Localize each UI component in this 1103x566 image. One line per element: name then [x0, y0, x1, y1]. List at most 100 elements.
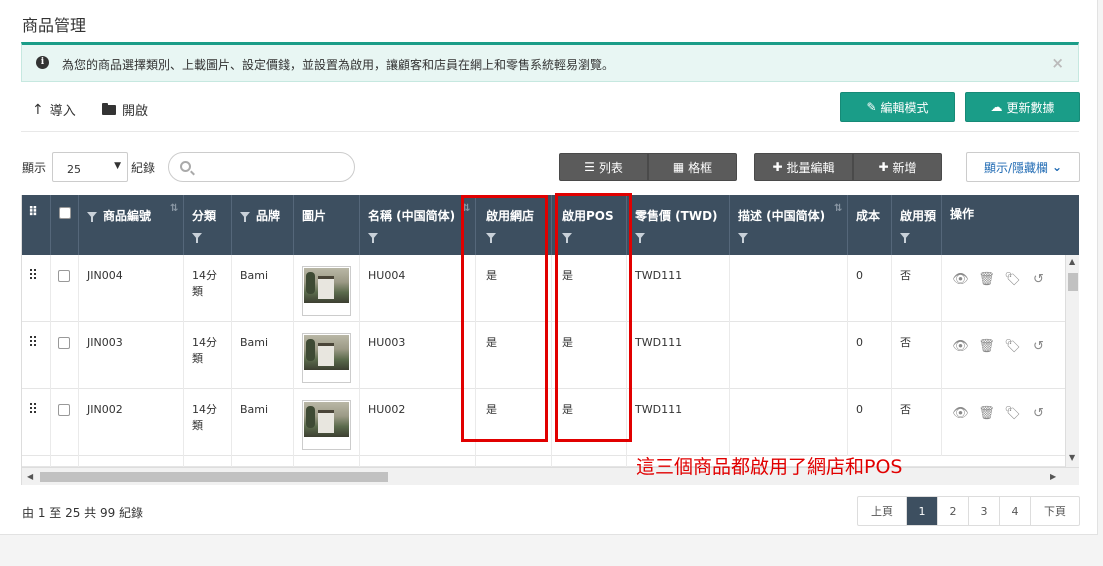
drag-handle[interactable] [22, 389, 51, 456]
horizontal-scroll-thumb[interactable] [40, 472, 388, 482]
product-image [304, 268, 349, 303]
cell-desc [730, 322, 848, 389]
batch-edit-button[interactable]: ✚ 批量編輯 [754, 153, 853, 181]
trash-icon[interactable]: 🗑 [978, 406, 995, 421]
cell-code: JIN002 [79, 389, 184, 456]
list-view-button[interactable]: ☰ 列表 [559, 153, 648, 181]
scroll-right-icon[interactable]: ▶ [1050, 472, 1056, 481]
page-button-4[interactable]: 4 [1000, 497, 1031, 525]
header-name[interactable]: 名稱 (中国简体) ⇅ [360, 195, 476, 255]
cell-code-text: JIN004 [87, 269, 123, 282]
tags-icon[interactable]: 🏷 [1004, 339, 1021, 354]
history-icon[interactable]: ↺ [1030, 339, 1047, 354]
header-brand[interactable]: 品牌 [232, 195, 294, 255]
edit-mode-button[interactable]: ✎ 編輯模式 [840, 92, 955, 122]
drag-handle[interactable] [22, 322, 51, 389]
cell-code: JIN003 [79, 322, 184, 389]
add-label: 新增 [892, 160, 917, 175]
vertical-scroll-thumb[interactable] [1068, 273, 1078, 291]
cell-brand-text: Bami [240, 336, 269, 349]
cell-image [294, 389, 360, 456]
filter-icon[interactable] [240, 212, 250, 222]
grid-icon: ▦ [672, 160, 685, 174]
select-all-checkbox[interactable] [59, 207, 71, 219]
product-thumbnail[interactable] [302, 333, 351, 383]
reorder-icon: ⠿ [28, 205, 39, 220]
page-button-1[interactable]: 1 [907, 497, 938, 525]
trash-icon[interactable]: 🗑 [978, 339, 995, 354]
history-icon[interactable]: ↺ [1030, 406, 1047, 421]
products-table: ⠿ 商品編號 ⇅ 分類 品牌 圖片 名稱 (中国简体) ⇅ 啟用網店 啟用POS… [21, 195, 1079, 485]
cell-brand-text: Bami [240, 269, 269, 282]
search-input[interactable] [197, 157, 347, 177]
vertical-scrollbar[interactable]: ▲ ▼ [1065, 255, 1079, 467]
row-checkbox[interactable] [58, 337, 70, 349]
filter-icon[interactable] [368, 233, 378, 243]
filter-icon[interactable] [192, 233, 202, 243]
add-button[interactable]: ✚ 新增 [853, 153, 942, 181]
scroll-down-icon[interactable]: ▼ [1069, 453, 1075, 462]
cell-actions: 👁 🗑 🏷 ↺ [942, 255, 1079, 322]
table-row[interactable]: JIN002 14分類 Bami HU002 是 是 TWD111 0 否 👁 … [22, 389, 1079, 456]
filter-icon[interactable] [738, 233, 748, 243]
edit-mode-label: 編輯模式 [880, 100, 929, 115]
annotation-text: 這三個商品都啟用了網店和POS [636, 456, 903, 478]
row-select [51, 456, 79, 467]
page-size-select[interactable]: 25 ▼ [52, 152, 128, 182]
header-code-label: 商品編號 [103, 209, 152, 223]
horizontal-scrollbar[interactable]: ◀ ▶ [22, 467, 1079, 485]
header-code[interactable]: 商品編號 ⇅ [79, 195, 184, 255]
prev-page-button[interactable]: 上頁 [858, 497, 907, 525]
arrow-up-icon: ↑ [32, 101, 44, 118]
import-button[interactable]: ↑ 導入 [32, 100, 76, 120]
drag-handle[interactable] [22, 255, 51, 322]
sort-icon[interactable]: ⇅ [170, 204, 180, 219]
header-cost[interactable]: 成本 [848, 195, 892, 255]
filter-icon[interactable] [635, 233, 645, 243]
header-enabled[interactable]: 啟用預 [892, 195, 942, 255]
search-box[interactable] [168, 152, 355, 182]
header-price[interactable]: 零售價 (TWD) [627, 195, 730, 255]
product-image [304, 335, 349, 370]
header-actions-label: 操作 [950, 207, 975, 221]
header-category[interactable]: 分類 [184, 195, 232, 255]
cell-name: HU004 [360, 255, 476, 322]
sort-icon[interactable]: ⇅ [834, 204, 844, 219]
plus-icon: ✚ [772, 160, 783, 174]
tags-icon[interactable]: 🏷 [1004, 272, 1021, 287]
grid-view-button[interactable]: ▦ 格框 [648, 153, 737, 181]
page-button-2[interactable]: 2 [938, 497, 969, 525]
eye-icon[interactable]: 👁 [952, 272, 969, 287]
cell-category: 14分類 [184, 255, 232, 322]
cell-category: 14分類 [184, 322, 232, 389]
header-desc[interactable]: 描述 (中国简体) ⇅ [730, 195, 848, 255]
open-button[interactable]: 開啟 [102, 100, 148, 119]
row-checkbox[interactable] [58, 404, 70, 416]
next-page-button[interactable]: 下頁 [1031, 497, 1079, 525]
cell-actions: 👁 🗑 🏷 ↺ [942, 322, 1079, 389]
filter-icon[interactable] [87, 212, 97, 222]
cell-name-text: HU002 [368, 403, 406, 416]
product-thumbnail[interactable] [302, 266, 351, 316]
tags-icon[interactable]: 🏷 [1004, 406, 1021, 421]
trash-icon[interactable]: 🗑 [978, 272, 995, 287]
eye-icon[interactable]: 👁 [952, 339, 969, 354]
table-row[interactable]: JIN004 14分類 Bami HU004 是 是 TWD111 0 否 👁 … [22, 255, 1079, 322]
table-row[interactable]: JIN003 14分類 Bami HU003 是 是 TWD111 0 否 👁 … [22, 322, 1079, 389]
scroll-up-icon[interactable]: ▲ [1069, 257, 1075, 266]
update-data-label: 更新數據 [1006, 100, 1055, 115]
eye-icon[interactable]: 👁 [952, 406, 969, 421]
alert-close-button[interactable]: × [1051, 54, 1064, 72]
row-checkbox[interactable] [58, 270, 70, 282]
history-icon[interactable]: ↺ [1030, 272, 1047, 287]
scroll-left-icon[interactable]: ◀ [27, 472, 33, 481]
product-thumbnail[interactable] [302, 400, 351, 450]
page-button-3[interactable]: 3 [969, 497, 1000, 525]
show-hide-columns-button[interactable]: 顯示/隱藏欄 ⌄ [966, 152, 1080, 182]
records-info: 由 1 至 25 共 99 紀錄 [22, 506, 144, 520]
product-image [304, 402, 349, 437]
header-drag[interactable]: ⠿ [22, 195, 51, 255]
batch-edit-label: 批量編輯 [786, 160, 835, 175]
update-data-button[interactable]: ☁ 更新數據 [965, 92, 1080, 122]
filter-icon[interactable] [900, 233, 910, 243]
